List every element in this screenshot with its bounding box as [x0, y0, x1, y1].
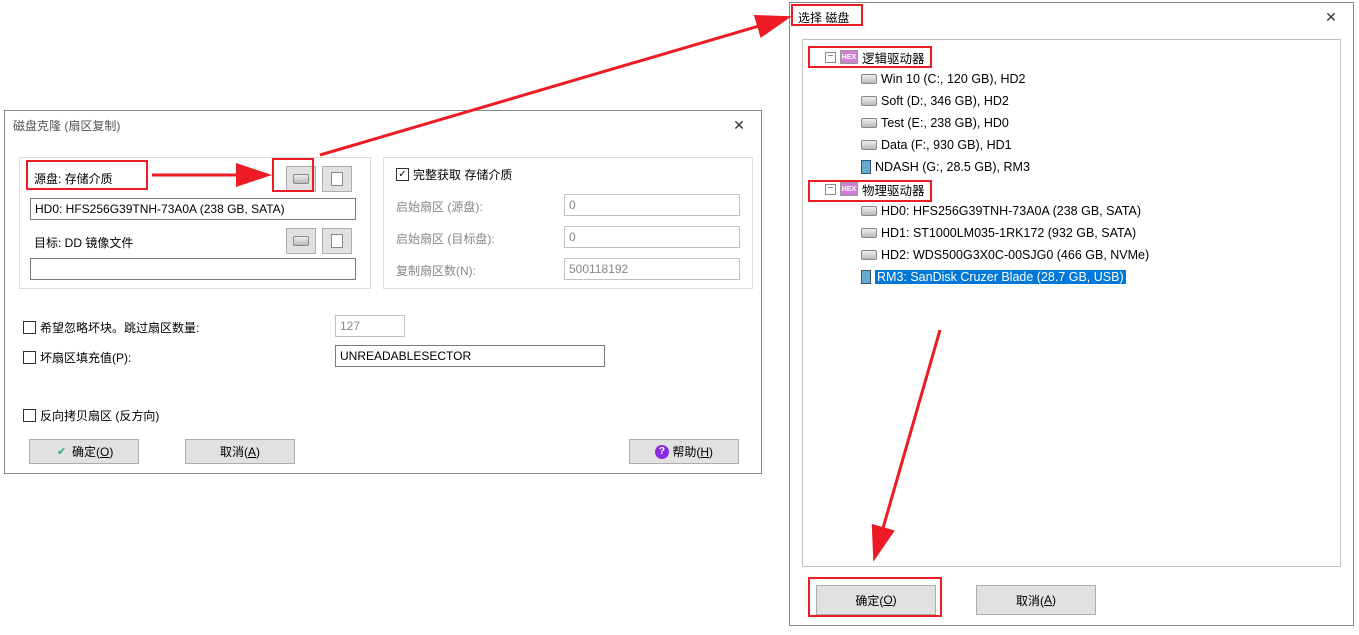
collapse-icon[interactable]: − [825, 52, 836, 63]
tree-item-logical[interactable]: Soft (D:, 346 GB), HD2 [807, 90, 1336, 112]
tree-item-logical[interactable]: Win 10 (C:, 120 GB), HD2 [807, 68, 1336, 90]
disk-icon [861, 206, 877, 216]
ok-button[interactable]: ✔ 确定(O) [29, 439, 139, 464]
reverse-copy-checkbox[interactable]: 反向拷贝扇区 (反方向) [23, 407, 159, 424]
close-icon[interactable]: ✕ [719, 113, 759, 137]
ok-button[interactable]: 确定(O) [816, 585, 936, 615]
hex-icon: HEX [840, 182, 858, 196]
tree-item-physical[interactable]: HD2: WDS500G3X0C-00SJG0 (466 GB, NVMe) [807, 244, 1336, 266]
collapse-icon[interactable]: − [825, 184, 836, 195]
fill-value-field[interactable]: UNREADABLESECTOR [335, 345, 605, 367]
titlebar: 磁盘克隆 (扇区复制) ✕ [5, 111, 761, 139]
disk-icon [861, 118, 877, 128]
target-file-button[interactable] [322, 228, 352, 254]
start-sector-dst-field: 0 [564, 226, 740, 248]
checkbox-icon [23, 409, 36, 422]
start-sector-src-label: 启始扇区 (源盘): [396, 198, 483, 215]
close-icon[interactable]: ✕ [1311, 5, 1351, 29]
source-label: 源盘: 存储介质 [34, 170, 113, 187]
tree-item-logical[interactable]: NDASH (G:, 28.5 GB), RM3 [807, 156, 1336, 178]
tree-group-physical[interactable]: − HEX 物理驱动器 [807, 178, 1336, 200]
source-disk-button[interactable] [286, 166, 316, 192]
help-icon: ? [655, 445, 669, 459]
complete-acquire-checkbox[interactable]: ✓ 完整获取 存储介质 [396, 166, 512, 183]
disk-icon [861, 228, 877, 238]
source-value-field[interactable]: HD0: HFS256G39TNH-73A0A (238 GB, SATA) [30, 198, 356, 220]
file-icon [331, 234, 343, 248]
usb-icon [861, 270, 871, 284]
help-button[interactable]: ? 帮助(H) [629, 439, 739, 464]
start-sector-dst-label: 启始扇区 (目标盘): [396, 230, 495, 247]
skip-bad-field: 127 [335, 315, 405, 337]
tree-item-logical[interactable]: Data (F:, 930 GB), HD1 [807, 134, 1336, 156]
disk-icon [861, 250, 877, 260]
select-disk-dialog: 选择 磁盘 ✕ − HEX 逻辑驱动器 Win 10 (C:, 120 GB),… [789, 2, 1354, 626]
target-disk-button[interactable] [286, 228, 316, 254]
file-icon [331, 172, 343, 186]
tree-group-logical[interactable]: − HEX 逻辑驱动器 [807, 46, 1336, 68]
checkbox-icon [23, 351, 36, 364]
tree-item-physical[interactable]: HD1: ST1000LM035-1RK172 (932 GB, SATA) [807, 222, 1336, 244]
target-label: 目标: DD 镜像文件 [34, 234, 133, 251]
checkbox-icon: ✓ [396, 168, 409, 181]
disk-icon [861, 74, 877, 84]
usb-icon [861, 160, 871, 174]
hex-icon: HEX [840, 50, 858, 64]
disk-icon [861, 140, 877, 150]
source-group: 源盘: 存储介质 HD0: HFS256G39TNH-73A0A (238 GB… [19, 157, 371, 289]
cancel-button[interactable]: 取消(A) [185, 439, 295, 464]
disk-icon [293, 236, 309, 246]
dialog-title: 选择 磁盘 [798, 9, 849, 26]
tree-item-physical[interactable]: HD0: HFS256G39TNH-73A0A (238 GB, SATA) [807, 200, 1336, 222]
tree-item-physical-selected[interactable]: RM3: SanDisk Cruzer Blade (28.7 GB, USB) [807, 266, 1336, 288]
ok-icon: ✔ [55, 445, 69, 459]
disk-icon [861, 96, 877, 106]
titlebar: 选择 磁盘 ✕ [790, 3, 1353, 31]
source-file-button[interactable] [322, 166, 352, 192]
target-value-field[interactable] [30, 258, 356, 280]
disk-clone-dialog: 磁盘克隆 (扇区复制) ✕ 源盘: 存储介质 HD0: HFS256G39TNH… [4, 110, 762, 474]
disk-icon [293, 174, 309, 184]
copy-count-label: 复制扇区数(N): [396, 262, 476, 279]
copy-count-field: 500118192 [564, 258, 740, 280]
start-sector-src-field: 0 [564, 194, 740, 216]
fill-value-checkbox[interactable]: 坏扇区填充值(P): [23, 349, 131, 366]
checkbox-icon [23, 321, 36, 334]
skip-bad-checkbox[interactable]: 希望忽略坏块。跳过扇区数量: [23, 319, 199, 336]
disk-tree[interactable]: − HEX 逻辑驱动器 Win 10 (C:, 120 GB), HD2 Sof… [803, 40, 1340, 294]
sector-group: ✓ 完整获取 存储介质 启始扇区 (源盘): 0 启始扇区 (目标盘): 0 复… [383, 157, 753, 289]
dialog-title: 磁盘克隆 (扇区复制) [13, 117, 120, 134]
tree-item-logical[interactable]: Test (E:, 238 GB), HD0 [807, 112, 1336, 134]
cancel-button[interactable]: 取消(A) [976, 585, 1096, 615]
